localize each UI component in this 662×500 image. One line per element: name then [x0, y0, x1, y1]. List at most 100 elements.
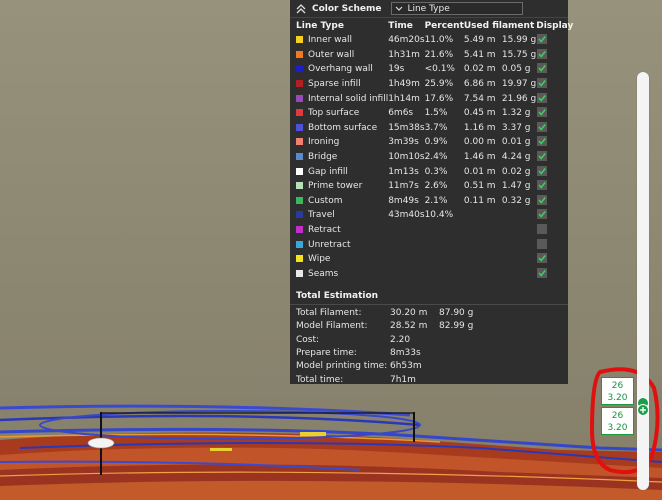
- display-checkbox[interactable]: [537, 63, 548, 74]
- line-type-cell: Bridge: [296, 150, 388, 165]
- display-cell: [536, 150, 573, 165]
- display-cell: [536, 267, 573, 282]
- display-checkbox[interactable]: [537, 224, 548, 235]
- divider: [290, 304, 568, 306]
- estimation-value: 7h1m: [390, 374, 416, 385]
- upper-thumb-label[interactable]: 26 3.20: [601, 377, 634, 405]
- percent-cell: 17.6%: [424, 93, 454, 104]
- used-filament-cell: 6.86 m 19.97 g: [464, 77, 536, 92]
- used-filament-cell: 7.54 m 21.96 g: [464, 91, 536, 106]
- display-checkbox[interactable]: [537, 48, 548, 59]
- line-type-name: Top surface: [308, 108, 360, 119]
- line-type-cell: Inner wall: [296, 33, 388, 48]
- color-swatch: [296, 196, 303, 204]
- display-checkbox[interactable]: [537, 253, 548, 264]
- filament-weight: 3.37 g: [501, 122, 531, 133]
- color-swatch: [296, 240, 303, 248]
- filament-length: 5.41 m: [463, 49, 496, 60]
- percent-cell: 10.4%: [424, 210, 454, 221]
- estimation-value-secondary: 87.90 g: [439, 308, 474, 319]
- display-checkbox[interactable]: [537, 136, 548, 147]
- time-cell: [388, 267, 424, 282]
- filament-length: 0.51 m: [463, 181, 496, 192]
- display-checkbox[interactable]: [537, 267, 548, 278]
- line-type-name: Custom: [308, 195, 343, 206]
- display-cell: [536, 33, 573, 48]
- display-cell: [536, 106, 573, 121]
- line-type-cell: Sparse infill: [296, 77, 388, 92]
- display-checkbox[interactable]: [537, 34, 548, 45]
- filament-length: 0.11 m: [463, 195, 496, 206]
- display-cell: [536, 91, 573, 106]
- time-cell: 1h49m: [388, 79, 420, 90]
- display-checkbox[interactable]: [537, 165, 548, 176]
- display-checkbox[interactable]: [537, 180, 548, 191]
- filament-length: 5.49 m: [463, 35, 496, 46]
- used-filament-cell: 1.46 m 4.24 g: [464, 150, 536, 165]
- display-checkbox[interactable]: [537, 107, 548, 118]
- table-row: Unretract: [296, 237, 573, 252]
- layer-slider-track[interactable]: [637, 72, 649, 490]
- line-type-cell: Retract: [296, 223, 388, 238]
- line-type-name: Seams: [308, 268, 339, 279]
- total-estimation-title: Total Estimation: [296, 291, 379, 302]
- percent-cell: [425, 223, 464, 238]
- display-checkbox[interactable]: [537, 194, 548, 205]
- filament-weight: 21.96 g: [501, 93, 537, 104]
- display-cell: [536, 179, 573, 194]
- filament-length: 0.45 m: [463, 108, 496, 119]
- line-type-name: Bottom surface: [308, 122, 378, 133]
- percent-cell: 3.7%: [424, 122, 448, 133]
- time-cell: 3m39s: [388, 137, 419, 148]
- filament-weight: 0.01 g: [501, 137, 531, 148]
- display-checkbox[interactable]: [537, 92, 548, 103]
- col-percent: Percent: [424, 21, 464, 31]
- checkmark-icon: [538, 167, 547, 175]
- display-cell: [536, 194, 573, 209]
- table-row: Ironing 3m39s 0.9% 0.00 m 0.01 g: [296, 135, 573, 150]
- color-swatch: [296, 211, 303, 219]
- table-row: Prime tower 11m7s 2.6% 0.51 m 1.47 g: [296, 179, 573, 194]
- line-type-name: Retract: [308, 225, 341, 236]
- legend-panel: Color Scheme Line Type Line Type Time Pe…: [290, 0, 573, 385]
- filament-length: 0.01 m: [463, 166, 496, 177]
- lower-layer-number: 26: [611, 411, 624, 421]
- display-checkbox[interactable]: [537, 121, 548, 132]
- checkmark-icon: [538, 65, 547, 73]
- color-swatch: [296, 255, 303, 263]
- estimation-value: 2.20: [390, 334, 411, 345]
- color-scheme-dropdown[interactable]: Line Type: [391, 2, 524, 15]
- table-row: Internal solid infill 1h14m 17.6% 7.54 m 21.…: [296, 91, 573, 106]
- lower-thumb-label[interactable]: 26 3.20: [601, 407, 634, 435]
- checkmark-icon: [538, 138, 547, 146]
- line-type-name: Outer wall: [308, 49, 355, 60]
- table-row: Overhang wall 19s <0.1% 0.02 m 0.05 g: [296, 62, 573, 77]
- estimation-value: 6h53m: [390, 361, 422, 372]
- time-cell: 46m20s: [388, 35, 425, 46]
- percent-cell: [425, 237, 464, 252]
- filament-weight: 0.05 g: [501, 64, 531, 75]
- time-cell: 1m13s: [388, 166, 419, 177]
- table-row: Inner wall 46m20s 11.0% 5.49 m 15.99 g: [296, 33, 573, 48]
- checkmark-icon: [538, 255, 547, 262]
- color-scheme-title: Color Scheme: [312, 3, 382, 14]
- filament-length: 6.86 m: [463, 79, 496, 90]
- estimation-row: Model Filament: 28.52 m 82.99 g: [296, 320, 568, 333]
- line-type-cell: Seams: [296, 267, 388, 282]
- display-checkbox[interactable]: [537, 78, 548, 89]
- filament-weight: 0.32 g: [501, 195, 531, 206]
- plus-icon: [640, 407, 646, 413]
- estimation-value: 30.20 m: [390, 308, 428, 319]
- display-cell: [536, 48, 573, 63]
- checkmark-icon: [538, 80, 547, 87]
- table-row: Sparse infill 1h49m 25.9% 6.86 m 19.97 g: [296, 77, 573, 92]
- collapse-chevrons-icon[interactable]: [296, 3, 306, 14]
- display-cell: [536, 164, 573, 179]
- display-checkbox[interactable]: [537, 238, 548, 249]
- line-type-name: Gap infill: [308, 166, 348, 177]
- display-checkbox[interactable]: [537, 209, 548, 220]
- estimation-label: Total time:: [296, 374, 344, 385]
- display-checkbox[interactable]: [537, 151, 548, 162]
- lower-slider-thumb[interactable]: [637, 404, 649, 416]
- time-cell: 1h14m: [388, 93, 420, 104]
